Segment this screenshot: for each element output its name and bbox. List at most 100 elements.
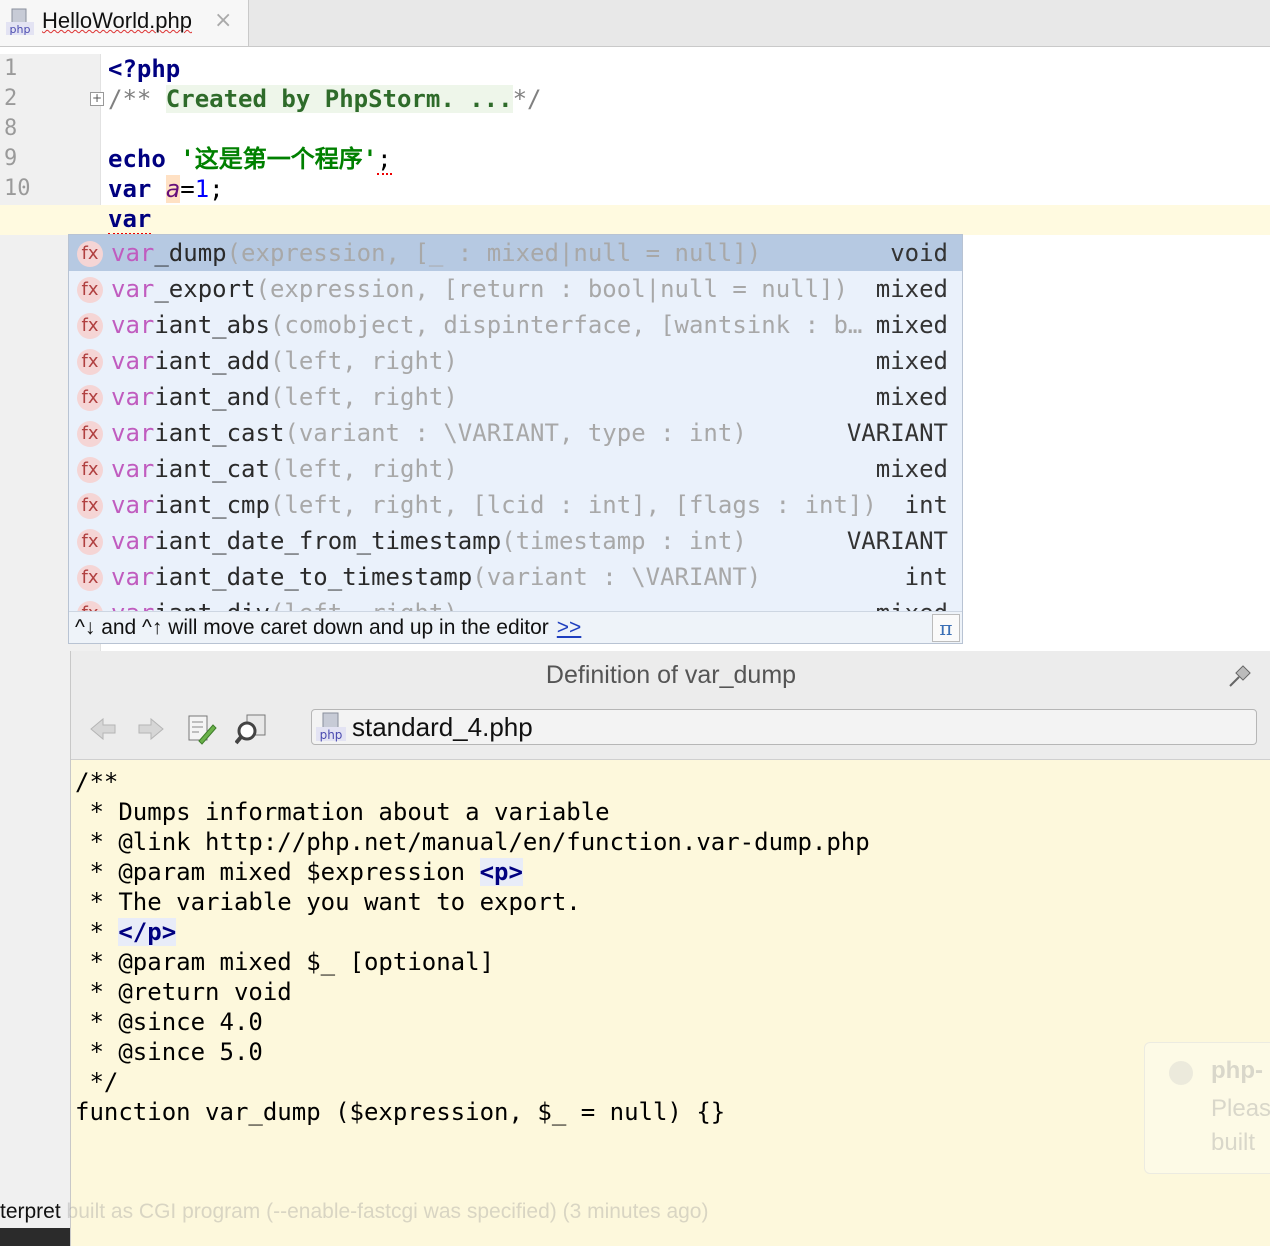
completion-item-var-export[interactable]: fx var_export(expression, [return : bool… xyxy=(69,271,962,307)
return-type: int xyxy=(904,563,948,591)
function-name: iant_date_from_timestamp xyxy=(154,527,502,555)
completion-hint: ^↓ and ^↑ will move caret down and up in… xyxy=(69,611,962,643)
hint-more-link[interactable]: >> xyxy=(557,616,582,639)
doc-line: * @since 4.0 xyxy=(75,1008,263,1036)
function-name: iant_cast xyxy=(154,419,285,447)
line-number: 8 xyxy=(4,116,18,141)
definition-header: Definition of var_dump xyxy=(71,651,1270,700)
line-number: 10 xyxy=(4,176,31,201)
function-name: iant_date_to_timestamp xyxy=(154,563,473,591)
doc-line: /** xyxy=(75,768,119,796)
completion-item-var-dump[interactable]: fx var_dump(expression, [_ : mixed|null … xyxy=(69,235,962,271)
back-arrow-icon[interactable] xyxy=(87,713,119,745)
edit-source-icon[interactable] xyxy=(185,713,217,745)
code-line[interactable]: var xyxy=(108,204,152,235)
function-params: (expression, [return : bool|null = null]… xyxy=(255,275,848,303)
function-icon: fx xyxy=(77,529,103,555)
notification-text: Pleas xyxy=(1211,1095,1270,1122)
function-name: _export xyxy=(154,275,256,303)
function-name: iant_abs xyxy=(154,311,270,339)
function-icon: fx xyxy=(77,241,103,267)
tab-title: HelloWorld.php xyxy=(42,8,193,33)
return-type: VARIANT xyxy=(846,527,948,555)
doc-line: * @since 5.0 xyxy=(75,1038,263,1066)
completion-popup[interactable]: fx var_dump(expression, [_ : mixed|null … xyxy=(68,234,963,644)
definition-title: Definition of var_dump xyxy=(545,661,797,689)
doc-line: * @param mixed $_ [optional] xyxy=(75,948,495,976)
semicolon: ; xyxy=(377,145,392,175)
return-type: mixed xyxy=(875,383,948,411)
doc-line: */ xyxy=(75,1068,119,1096)
status-bar: terpret built as CGI program (--enable-f… xyxy=(0,1196,1270,1228)
function-params: (timestamp : int) xyxy=(501,527,747,555)
keyword-var: var xyxy=(108,175,152,203)
current-line-highlight xyxy=(0,205,1270,235)
code-line[interactable]: /** Created by PhpStorm. ...*/ xyxy=(108,84,541,114)
string-literal: '这是第一个程序' xyxy=(180,145,378,173)
doc-line: * @link http://php.net/manual/en/functio… xyxy=(75,828,870,856)
completion-item-variant-abs[interactable]: fx variant_abs(comobject, dispinterface,… xyxy=(69,307,962,343)
return-type: mixed xyxy=(875,347,948,375)
fold-toggle-icon[interactable]: + xyxy=(90,92,104,106)
notification-balloon[interactable]: php- Pleas built xyxy=(1144,1042,1270,1174)
function-params: (variant : \VARIANT) xyxy=(472,563,762,591)
assign-operator: = xyxy=(180,175,195,203)
completion-item-variant-add[interactable]: fx variant_add(left, right) mixed xyxy=(69,343,962,379)
completion-item-variant-and[interactable]: fx variant_and(left, right) mixed xyxy=(69,379,962,415)
function-params: (variant : \VARIANT, type : int) xyxy=(284,419,747,447)
status-message: built as CGI program (--enable-fastcgi w… xyxy=(66,1200,709,1223)
match-highlight: var xyxy=(111,491,155,519)
pin-icon[interactable] xyxy=(1227,663,1253,689)
doc-text: * @param mixed $expression xyxy=(75,858,480,886)
code-line[interactable]: var a=1; xyxy=(108,174,224,204)
code-line[interactable]: echo '这是第一个程序'; xyxy=(108,144,392,175)
function-name: iant_cat xyxy=(154,455,270,483)
doc-line: * </p> xyxy=(75,917,870,947)
function-signature: function var_dump ($expression, $_ = nul… xyxy=(75,1098,726,1126)
function-icon: fx xyxy=(77,313,103,339)
variable-a: a xyxy=(165,175,181,203)
match-highlight: var xyxy=(111,419,155,447)
code-line[interactable]: <?php xyxy=(108,54,180,84)
tab-helloworld-php[interactable]: php HelloWorld.php × xyxy=(0,0,249,46)
function-name: iant_and xyxy=(154,383,270,411)
forward-arrow-icon[interactable] xyxy=(135,713,167,745)
function-icon: fx xyxy=(77,421,103,447)
close-icon[interactable]: × xyxy=(214,8,232,33)
function-params: (comobject, dispinterface, [wantsink : b… xyxy=(269,311,863,339)
hint-text: ^↓ and ^↑ will move caret down and up in… xyxy=(75,616,549,639)
info-icon xyxy=(1169,1061,1193,1085)
return-type: int xyxy=(904,491,948,519)
completion-item-variant-cmp[interactable]: fx variant_cmp(left, right, [lcid : int]… xyxy=(69,487,962,523)
completion-item-variant-date-to-timestamp[interactable]: fx variant_date_to_timestamp(variant : \… xyxy=(69,559,962,595)
editor-tab-bar: php HelloWorld.php × xyxy=(0,0,1270,47)
find-usages-icon[interactable] xyxy=(235,713,267,745)
function-params: (left, right) xyxy=(269,347,458,375)
file-selector[interactable]: php standard_4.php xyxy=(311,709,1257,745)
completion-item-variant-cat[interactable]: fx variant_cat(left, right) mixed xyxy=(69,451,962,487)
match-highlight: var xyxy=(111,347,155,375)
folded-comment[interactable]: Created by PhpStorm. ... xyxy=(165,85,513,113)
completion-item-variant-date-from-timestamp[interactable]: fx variant_date_from_timestamp(timestamp… xyxy=(69,523,962,559)
return-type: mixed xyxy=(875,455,948,483)
function-icon: fx xyxy=(77,349,103,375)
return-type: void xyxy=(890,239,948,267)
doc-line: * Dumps information about a variable xyxy=(75,798,610,826)
return-type: mixed xyxy=(875,311,948,339)
status-strip xyxy=(0,1228,70,1246)
doc-text: * xyxy=(75,918,119,946)
notification-title: php- xyxy=(1211,1057,1263,1084)
php-file-icon: php xyxy=(6,8,34,36)
function-params: (left, right) xyxy=(269,455,458,483)
match-highlight: var xyxy=(111,311,155,339)
match-highlight: var xyxy=(111,455,155,483)
completion-item-variant-cast[interactable]: fx variant_cast(variant : \VARIANT, type… xyxy=(69,415,962,451)
doc-line: * The variable you want to export. xyxy=(75,888,581,916)
function-icon: fx xyxy=(77,277,103,303)
pi-icon[interactable]: π xyxy=(932,614,960,642)
file-name: standard_4.php xyxy=(352,712,533,742)
number-literal: 1 xyxy=(194,175,210,203)
doc-line: * @param mixed $expression <p> xyxy=(75,857,870,887)
function-name: iant_add xyxy=(154,347,270,375)
html-tag: </p> xyxy=(118,918,177,946)
